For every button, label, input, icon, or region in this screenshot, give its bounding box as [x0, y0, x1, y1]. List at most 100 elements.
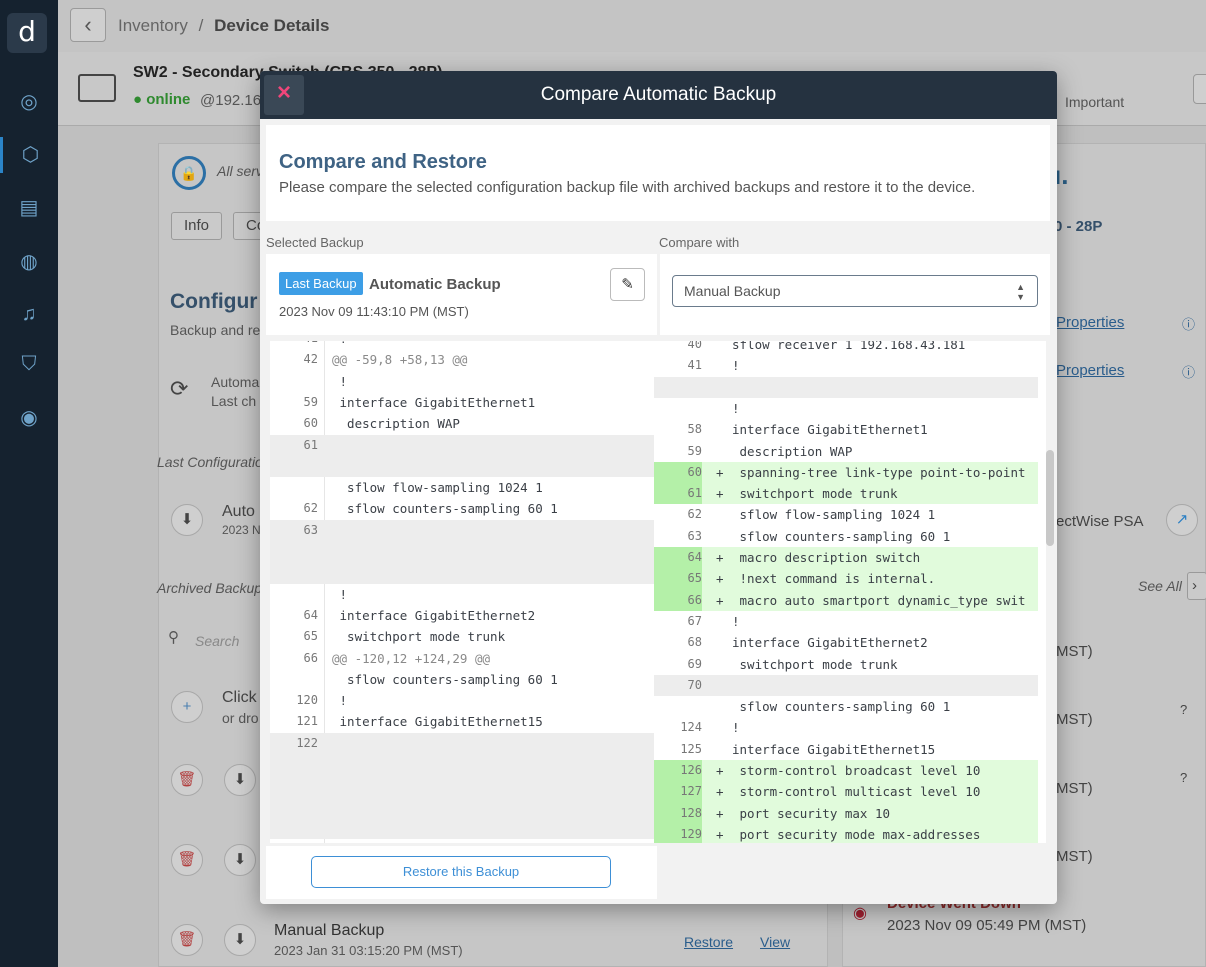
back-button[interactable]: ‹ [70, 8, 106, 42]
diff-left-line: ! [270, 371, 654, 392]
delete-button[interactable]: 🗑 [171, 764, 203, 796]
line-number: 41 [270, 341, 318, 349]
compare-restore-heading: Compare and Restore [279, 151, 487, 173]
diff-right-line: 67! [654, 611, 1038, 632]
tab-info[interactable]: Info [171, 212, 223, 240]
diff-right-line: 58 interface GigabitEthernet1 [654, 419, 1038, 440]
diff-added-marker: + [716, 784, 724, 800]
header-action-button[interactable] [1193, 74, 1206, 104]
breadcrumb-inventory[interactable]: Inventory [118, 16, 188, 35]
diff-left-line: 41 ! [270, 341, 654, 349]
help-icon-3[interactable]: ? [1180, 702, 1187, 717]
breadcrumb-current: Device Details [214, 16, 330, 35]
line-number: 40 [687, 341, 702, 351]
search-input[interactable]: Search [195, 633, 239, 649]
sidebar-inventory-icon[interactable]: ⬡ [0, 137, 58, 173]
lock-icon: 🔒 [172, 156, 206, 190]
device-status: ● online [133, 91, 191, 108]
pencil-icon: ✎ [621, 276, 634, 293]
properties-link-1[interactable]: Properties [1056, 314, 1124, 331]
selected-backup-name: Automatic Backup [369, 276, 501, 293]
sidebar-dashboard-icon[interactable]: ◎ [0, 84, 58, 120]
restore-spacer [660, 846, 1050, 899]
view-link[interactable]: View [760, 934, 790, 950]
diff-left-line: 63 [270, 519, 654, 541]
compare-with-card: Manual Backup ▲ ▼ [660, 254, 1050, 335]
line-text: sflow flow-sampling 1024 1 [332, 480, 543, 496]
diff-left-pane[interactable]: 41 ! 42 @@ -59,8 +58,13 @@ ! 59 interface G… [270, 341, 654, 843]
compare-with-select[interactable]: Manual Backup ▲ ▼ [672, 275, 1038, 307]
line-number: 69 [687, 656, 702, 671]
see-all-link[interactable]: See All [1138, 578, 1182, 594]
line-number: 64 [303, 607, 318, 622]
sidebar-bell-icon[interactable]: ♫ [0, 296, 58, 332]
diff-left-line [270, 562, 654, 584]
line-number: 63 [303, 522, 318, 537]
line-text: interface GigabitEthernet2 [732, 635, 928, 651]
download-button-3[interactable]: ⬇ [224, 844, 256, 876]
diff-right-line: ! [654, 398, 1038, 419]
diff-left-line: 61 [270, 434, 654, 456]
properties-link-2[interactable]: Properties [1056, 362, 1124, 379]
sidebar-monitor-icon[interactable]: ◍ [0, 244, 58, 280]
line-text: description WAP [332, 416, 460, 432]
sidebar-shield-icon[interactable]: ⛉ [0, 346, 58, 382]
next-button[interactable]: › [1187, 572, 1206, 600]
device-down-icon: ◉ [853, 905, 867, 922]
breadcrumb: Inventory / Device Details [118, 16, 329, 36]
compare-with-value: Manual Backup [684, 283, 781, 299]
diff-left-line: 42 @@ -59,8 +58,13 @@ [270, 349, 654, 370]
device-model: 0 - 28P [1054, 218, 1103, 235]
download-button-4[interactable]: ⬇ [224, 924, 256, 956]
diff-added-marker: + [716, 571, 724, 587]
line-number: 59 [687, 443, 702, 458]
line-number: 60 [303, 416, 318, 431]
delete-button-2[interactable]: 🗑 [171, 844, 203, 876]
open-external-button[interactable]: ↗ [1166, 504, 1198, 536]
config-title: Configur [170, 290, 258, 313]
close-icon[interactable]: × [264, 75, 304, 115]
selected-backup-label: Selected Backup [266, 235, 364, 250]
edit-button[interactable]: ✎ [610, 268, 645, 301]
diff-right-line: 61 + switchport mode trunk [654, 483, 1038, 505]
line-number: 64 [654, 547, 702, 569]
config-subtitle: Backup and re [170, 322, 261, 338]
line-text: port security max 10 [732, 805, 891, 821]
diff-right-line: 65 + !next command is internal. [654, 568, 1038, 590]
diff-scrollbar[interactable] [1046, 450, 1054, 546]
diff-viewer[interactable]: 41 ! 42 @@ -59,8 +58,13 @@ ! 59 interface G… [270, 341, 1046, 843]
diff-right-line: 63 sflow counters-sampling 60 1 [654, 526, 1038, 547]
help-icon[interactable]: ⓘ [1182, 314, 1195, 333]
sidebar-support-icon[interactable]: ◉ [0, 400, 58, 436]
upload-line2: or dro [222, 710, 259, 726]
add-backup-button[interactable]: + [171, 691, 203, 723]
selected-backup-card: Last Backup Automatic Backup 2023 Nov 09… [266, 254, 657, 335]
app-logo[interactable]: d [7, 13, 47, 53]
last-backup-badge: Last Backup [279, 272, 363, 295]
diff-right-pane[interactable]: 40 sflow receiver 1 192.168.43.181 41!! 58 i… [654, 341, 1046, 843]
sidebar-reports-icon[interactable]: ▤ [0, 190, 58, 226]
line-number: 67 [687, 613, 702, 628]
download-button-2[interactable]: ⬇ [224, 764, 256, 796]
help-icon-4[interactable]: ? [1180, 770, 1187, 785]
restore-backup-button[interactable]: Restore this Backup [311, 856, 611, 888]
diff-right-line: 128 + port security max 10 [654, 802, 1038, 824]
line-text: interface GigabitEthernet1 [332, 394, 536, 410]
diff-left-line: 122 [270, 732, 654, 754]
delete-button-3[interactable]: 🗑 [171, 924, 203, 956]
line-text: ! [332, 373, 348, 389]
sync-icon: ⟳ [170, 376, 189, 401]
modal-header: Compare Automatic Backup × [260, 71, 1057, 119]
line-text: sflow counters-sampling 60 1 [732, 699, 951, 715]
line-number: 42 [303, 352, 318, 367]
line-text: macro description switch [732, 550, 921, 565]
line-text: ! [332, 693, 348, 709]
line-text: storm-control multicast level 10 [732, 784, 981, 800]
breadcrumb-separator: / [198, 16, 204, 35]
diff-right-line: 124! [654, 717, 1038, 738]
help-icon-2[interactable]: ⓘ [1182, 362, 1195, 381]
important-label[interactable]: Important [1065, 94, 1124, 110]
restore-card: Restore this Backup [266, 846, 657, 899]
restore-link[interactable]: Restore [684, 934, 733, 950]
download-button[interactable]: ⬇ [171, 504, 203, 536]
